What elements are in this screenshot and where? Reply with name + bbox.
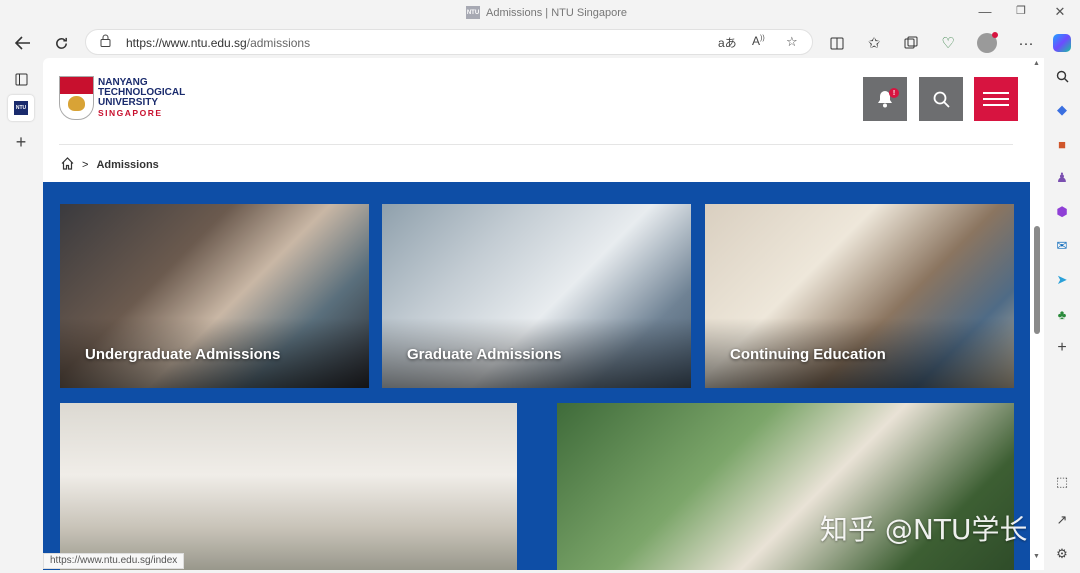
- collections-icon[interactable]: [899, 31, 923, 55]
- tree-icon[interactable]: ♣: [1052, 304, 1072, 324]
- scroll-up-icon[interactable]: ▲: [1033, 60, 1040, 67]
- undergraduate-admissions-card[interactable]: Undergraduate Admissions: [60, 204, 369, 388]
- campus-building-card[interactable]: [60, 403, 517, 570]
- ntu-crest-icon: [59, 76, 94, 120]
- shopping-tag-icon[interactable]: ◆: [1052, 100, 1072, 120]
- open-external-icon[interactable]: ↗: [1052, 510, 1072, 530]
- microsoft-365-icon[interactable]: ⬢: [1052, 202, 1072, 222]
- add-sidebar-app-icon[interactable]: +: [1052, 338, 1072, 358]
- scroll-down-icon[interactable]: ▼: [1033, 553, 1040, 560]
- tab-ntu-admissions[interactable]: NTU: [8, 95, 34, 121]
- card-label: Undergraduate Admissions: [85, 346, 281, 363]
- search-icon: [933, 91, 950, 108]
- back-icon[interactable]: [11, 31, 35, 55]
- window-title: NTU Admissions | NTU Singapore: [466, 6, 627, 19]
- card-label: Continuing Education: [730, 346, 886, 363]
- split-screen-icon[interactable]: [825, 31, 849, 55]
- settings-gear-icon[interactable]: ⚙: [1052, 544, 1072, 564]
- search-icon[interactable]: [1052, 66, 1072, 86]
- card-label: Graduate Admissions: [407, 346, 562, 363]
- header-divider: [59, 144, 1013, 145]
- web-page: NANYANG TECHNOLOGICAL UNIVERSITY SINGAPO…: [43, 58, 1030, 570]
- hamburger-icon: [983, 92, 1009, 106]
- copilot-icon[interactable]: [1050, 31, 1074, 55]
- new-tab-button[interactable]: +: [8, 129, 34, 155]
- window-title-text: Admissions | NTU Singapore: [486, 6, 628, 19]
- url-path: /admissions: [246, 36, 311, 50]
- zhihu-watermark: 知乎 @NTU学长: [820, 513, 1028, 546]
- tools-briefcase-icon[interactable]: ■: [1052, 134, 1072, 154]
- refresh-icon[interactable]: [49, 31, 73, 55]
- logo-line: UNIVERSITY: [98, 97, 159, 108]
- search-button[interactable]: [919, 77, 963, 121]
- url-host: https://www.ntu.edu.sg: [126, 36, 247, 50]
- continuing-education-card[interactable]: Continuing Education: [705, 204, 1014, 388]
- address-bar[interactable]: https://www.ntu.edu.sg/admissions aあ A))…: [85, 29, 813, 55]
- more-icon[interactable]: ···: [1014, 31, 1038, 55]
- ntu-logo[interactable]: NANYANG TECHNOLOGICAL UNIVERSITY SINGAPO…: [59, 76, 185, 120]
- menu-button[interactable]: [974, 77, 1018, 121]
- restore-icon[interactable]: ❐: [1011, 4, 1031, 17]
- edge-sidebar: ◆ ■ ♟ ⬢ ✉ ➤ ♣ + ⬚ ↗ ⚙: [1044, 58, 1080, 573]
- page-scrollbar[interactable]: ▲ ▼: [1030, 58, 1044, 570]
- close-icon[interactable]: ✕: [1050, 4, 1070, 20]
- breadcrumb-current: Admissions: [96, 159, 159, 171]
- breadcrumb-separator: >: [82, 159, 89, 171]
- graduate-admissions-card[interactable]: Graduate Admissions: [382, 204, 691, 388]
- notification-badge: !: [889, 88, 899, 98]
- breadcrumb: > Admissions: [61, 157, 159, 173]
- translate-icon[interactable]: aあ: [718, 34, 737, 51]
- logo-line-singapore: SINGAPORE: [98, 108, 163, 118]
- favorites-icon[interactable]: ✩: [862, 31, 886, 55]
- url-text[interactable]: https://www.ntu.edu.sg/admissions: [126, 36, 310, 50]
- browser-essentials-icon[interactable]: ♡: [936, 31, 960, 55]
- scroll-thumb[interactable]: [1034, 226, 1040, 334]
- notifications-button[interactable]: !: [863, 77, 907, 121]
- home-icon[interactable]: [61, 157, 74, 173]
- ntu-favicon-icon: NTU: [14, 101, 28, 115]
- outlook-icon[interactable]: ✉: [1052, 236, 1072, 256]
- games-icon[interactable]: ♟: [1052, 168, 1072, 188]
- tab-actions-icon[interactable]: [8, 66, 34, 92]
- favorite-star-icon[interactable]: ☆: [786, 34, 798, 50]
- site-favicon-icon: NTU: [466, 6, 480, 19]
- window-titlebar: NTU Admissions | NTU Singapore — ❐ ✕: [0, 0, 1080, 27]
- lock-icon[interactable]: [100, 34, 111, 50]
- screenshot-icon[interactable]: ⬚: [1052, 472, 1072, 492]
- read-aloud-icon[interactable]: A)): [752, 34, 765, 48]
- logo-wordmark: NANYANG TECHNOLOGICAL UNIVERSITY SINGAPO…: [98, 78, 185, 119]
- telegram-icon[interactable]: ➤: [1052, 270, 1072, 290]
- status-bar-url: https://www.ntu.edu.sg/index: [43, 553, 185, 569]
- profile-avatar[interactable]: [975, 31, 999, 55]
- minimize-icon[interactable]: —: [975, 4, 995, 19]
- vertical-tabs-panel: NTU +: [0, 58, 42, 573]
